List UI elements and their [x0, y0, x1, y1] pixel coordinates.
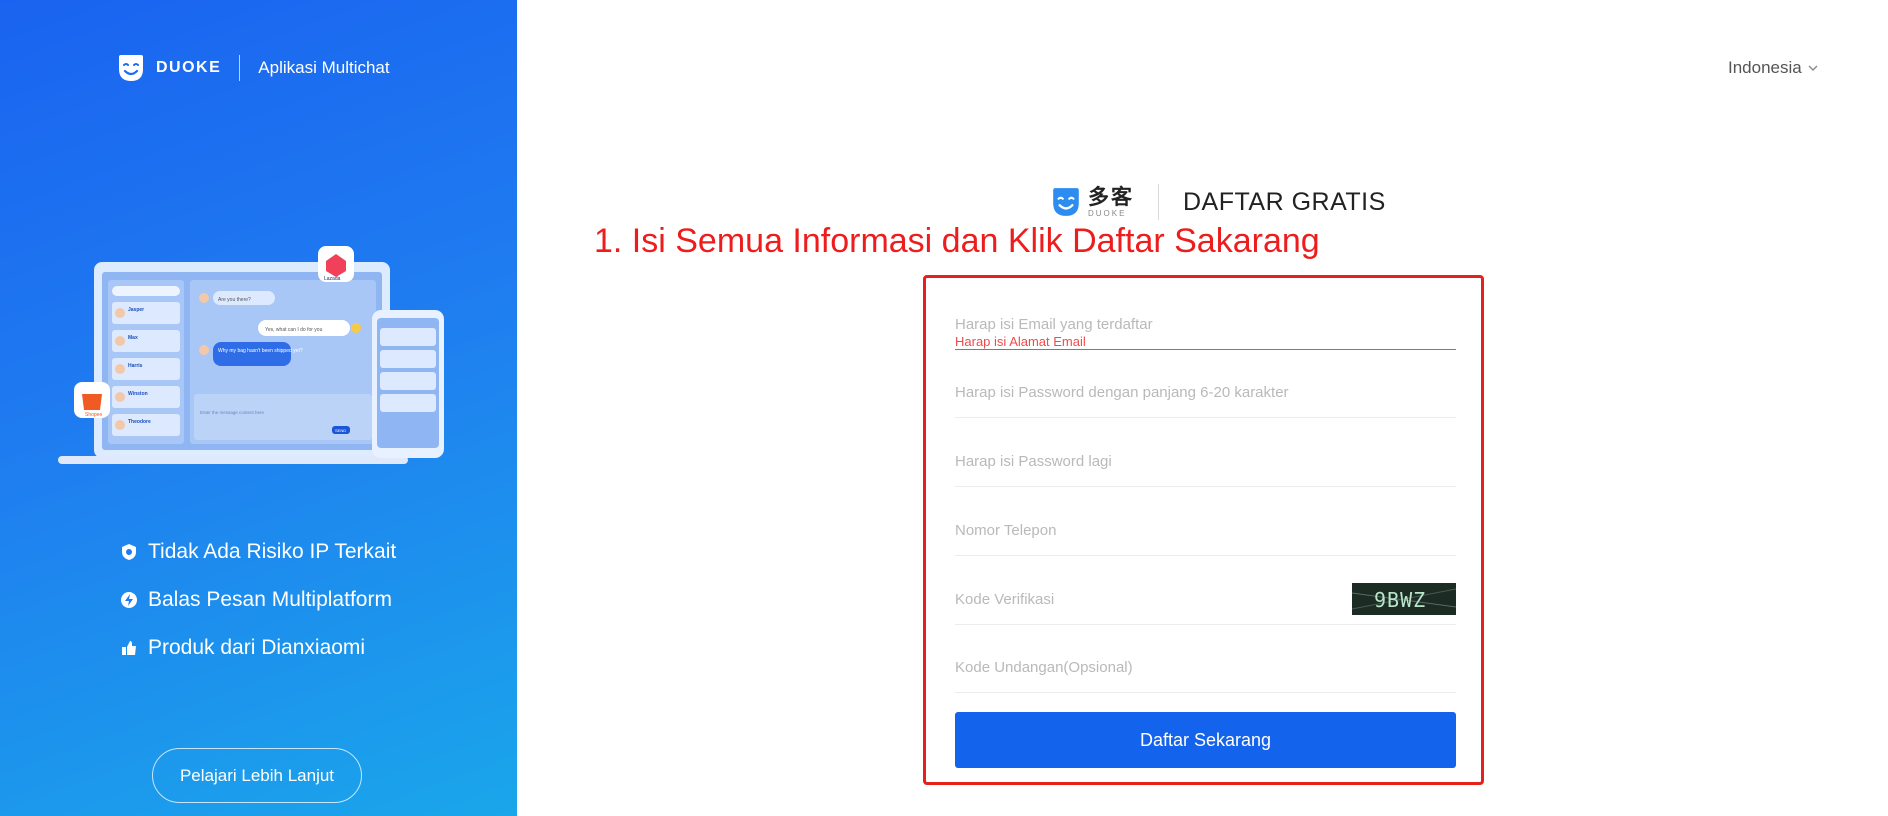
thumbs-up-icon — [122, 641, 136, 655]
password-confirm-field — [955, 431, 1456, 487]
feature-list: Tidak Ada Risiko IP Terkait Balas Pesan … — [120, 528, 396, 672]
learn-more-button[interactable]: Pelajari Lebih Lanjut — [152, 748, 362, 803]
contact-name: Harris — [128, 363, 143, 369]
devices-illustration: Jasper Max Harris Winston Theodore Are y… — [58, 246, 444, 464]
brand-header: DUOKE Aplikasi Multichat — [116, 52, 390, 84]
password-input[interactable] — [955, 380, 1456, 404]
feature-label: Balas Pesan Multiplatform — [148, 588, 392, 611]
brand-tagline: Aplikasi Multichat — [258, 58, 390, 77]
feature-item: Produk dari Dianxiaomi — [120, 624, 396, 672]
password-field — [955, 362, 1456, 418]
feature-item: Balas Pesan Multiplatform — [120, 576, 396, 624]
left-promo-panel: DUOKE Aplikasi Multichat Jasper Max Harr… — [0, 0, 517, 816]
brand-name: DUOKE — [156, 59, 222, 76]
verification-field: 9BWZ — [955, 569, 1456, 625]
contact-name: Jasper — [128, 307, 144, 313]
logo-en: DUOKE — [1088, 208, 1127, 218]
captcha-image[interactable]: 9BWZ — [1352, 583, 1456, 615]
contact-name: Winston — [128, 391, 148, 397]
logo-text: 多客 DUOKE — [1088, 187, 1134, 218]
chat-bubble: Why my bag hasn't been shipped yet? — [218, 348, 303, 354]
shopee-badge-label: Shopee — [85, 412, 102, 418]
phone-field — [955, 500, 1456, 556]
lightning-icon — [121, 592, 137, 608]
header-divider — [1158, 184, 1159, 220]
form-header: 多客 DUOKE DAFTAR GRATIS — [1050, 182, 1386, 222]
send-label: SEND — [335, 428, 346, 433]
shield-icon — [122, 544, 136, 560]
verification-input[interactable] — [955, 587, 1335, 611]
lazada-badge-label: Lazada — [324, 276, 341, 282]
chat-bubble: Are you there? — [218, 297, 251, 303]
contact-name: Max — [128, 335, 138, 341]
brand-divider — [239, 55, 241, 81]
chevron-down-icon — [1808, 65, 1818, 71]
instruction-annotation: 1. Isi Semua Informasi dan Klik Daftar S… — [594, 222, 1320, 260]
feature-item: Tidak Ada Risiko IP Terkait — [120, 528, 396, 576]
language-label: Indonesia — [1728, 58, 1802, 77]
contact-name: Theodore — [128, 419, 151, 425]
logo-cn: 多客 — [1088, 185, 1134, 209]
page-title: DAFTAR GRATIS — [1183, 187, 1386, 216]
email-error-message: Harap isi Alamat Email — [955, 334, 1086, 349]
duoke-logo-icon — [119, 55, 143, 81]
chat-bubble: Yes, what can I do for you — [265, 327, 323, 333]
feature-label: Produk dari Dianxiaomi — [148, 636, 366, 659]
feature-label: Tidak Ada Risiko IP Terkait — [148, 540, 397, 563]
phone-input[interactable] — [955, 518, 1456, 542]
password-confirm-input[interactable] — [955, 449, 1456, 473]
language-selector[interactable]: Indonesia — [1728, 58, 1818, 78]
invite-code-input[interactable] — [955, 655, 1456, 679]
email-input[interactable] — [955, 312, 1456, 336]
invite-code-field — [955, 637, 1456, 693]
captcha-text: 9BWZ — [1374, 588, 1426, 612]
composer-placeholder: Enter the message content here — [200, 410, 265, 415]
duoke-logo-icon — [1053, 188, 1079, 216]
register-button[interactable]: Daftar Sekarang — [955, 712, 1456, 768]
